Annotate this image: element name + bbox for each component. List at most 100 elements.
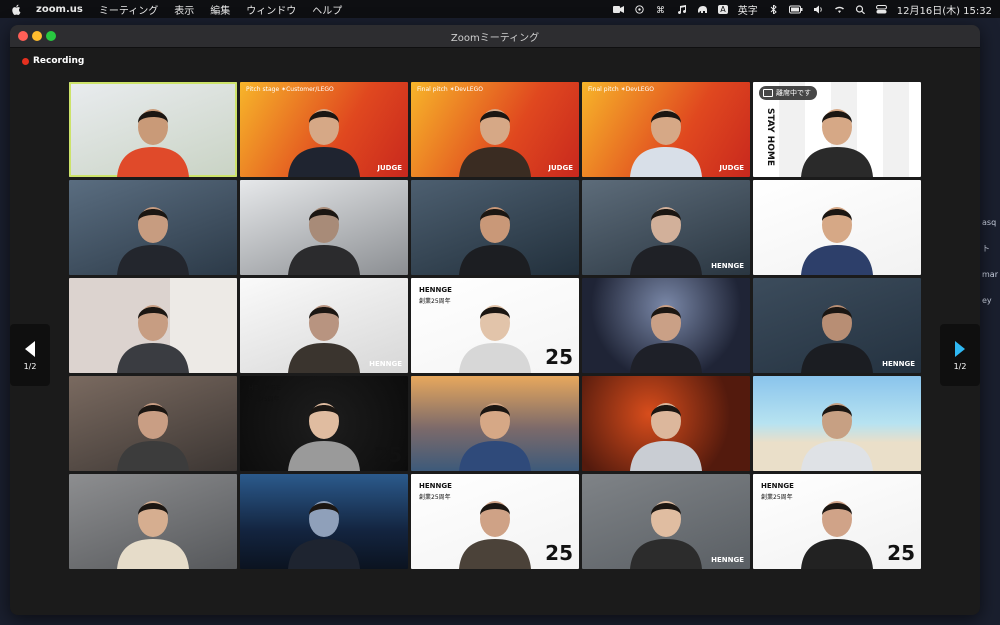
participant-silhouette: [801, 207, 873, 275]
henngge-logo-text: HENNGE: [761, 482, 794, 490]
svg-text:⌘: ⌘: [656, 6, 665, 14]
prev-page-button[interactable]: 1/2: [10, 324, 50, 386]
title-bar[interactable]: Zoomミーティング: [10, 25, 980, 48]
judge-label: JUDGE: [548, 164, 573, 172]
participant-silhouette: [288, 109, 360, 177]
desktop-peek: asq ト mar ey: [982, 210, 998, 314]
participant-silhouette: [288, 305, 360, 373]
participant-video-tile[interactable]: [753, 376, 921, 471]
participant-video-tile[interactable]: HENNGE 創業25周年 25: [411, 474, 579, 569]
chevron-right-icon: [955, 341, 965, 357]
participant-silhouette: [459, 305, 531, 373]
page-indicator: 1/2: [23, 362, 37, 371]
participant-video-tile[interactable]: [69, 180, 237, 275]
input-source-label[interactable]: 英字: [738, 2, 758, 17]
participant-video-tile[interactable]: HENNGE: [753, 278, 921, 373]
participant-silhouette: [801, 305, 873, 373]
backdrop-text: STAY HOME: [765, 108, 775, 166]
away-status-badge: 離席中です: [759, 86, 817, 100]
participant-silhouette: [630, 403, 702, 471]
recording-label: Recording: [33, 56, 85, 66]
bluetooth-icon[interactable]: [768, 4, 779, 14]
anniversary-label: 創業25周年: [248, 396, 280, 403]
control-center-icon[interactable]: [875, 4, 887, 14]
judge-label: JUDGE: [377, 164, 402, 172]
participant-silhouette: [117, 109, 189, 177]
participant-silhouette: [117, 403, 189, 471]
menu-clock[interactable]: 12月16日(木) 15:32: [897, 2, 992, 17]
participant-silhouette: [630, 207, 702, 275]
participant-silhouette: [117, 207, 189, 275]
participant-video-tile[interactable]: HENNGE: [240, 278, 408, 373]
obs-icon[interactable]: [634, 4, 645, 14]
participant-video-tile[interactable]: [69, 376, 237, 471]
participant-video-tile[interactable]: HENNGE 創業25周年 25: [240, 376, 408, 471]
apple-icon[interactable]: [12, 4, 22, 15]
input-source-icon[interactable]: A: [718, 4, 728, 14]
participant-video-tile[interactable]: [240, 180, 408, 275]
participant-video-tile[interactable]: HENNGE 創業25周年 25: [753, 474, 921, 569]
participant-video-tile[interactable]: [240, 474, 408, 569]
menu-edit[interactable]: 編集: [210, 2, 230, 17]
participant-video-tile[interactable]: [69, 82, 237, 177]
participant-video-tile[interactable]: [582, 278, 750, 373]
anniversary-number: 25: [545, 345, 573, 369]
anniversary-label: 創業25周年: [419, 298, 451, 305]
volume-icon[interactable]: [813, 5, 824, 14]
menu-meeting[interactable]: ミーティング: [99, 2, 158, 17]
menu-app-name[interactable]: zoom.us: [36, 4, 83, 15]
desktop-peek-text: ey: [982, 296, 992, 305]
desktop-peek-text: asq: [982, 218, 997, 227]
participant-video-tile[interactable]: Final pitch ✶DevLEGO JUDGE: [411, 82, 579, 177]
participant-silhouette: [630, 501, 702, 569]
search-icon[interactable]: [855, 4, 866, 14]
menu-bar: zoom.us ミーティング 表示 編集 ウィンドウ ヘルプ ⌘ A 英字 12…: [0, 0, 1000, 18]
participant-video-tile[interactable]: HENNGE: [582, 474, 750, 569]
participant-silhouette: [459, 207, 531, 275]
participant-video-tile[interactable]: [582, 376, 750, 471]
participant-video-tile[interactable]: [753, 180, 921, 275]
command-icon[interactable]: ⌘: [655, 5, 666, 14]
page-indicator: 1/2: [953, 362, 967, 371]
participant-silhouette: [801, 109, 873, 177]
camera-icon[interactable]: [613, 5, 625, 14]
henngge-logo-text: HENNGE: [419, 286, 452, 294]
participant-video-tile[interactable]: [69, 474, 237, 569]
menu-help[interactable]: ヘルプ: [312, 2, 342, 17]
participant-silhouette: [630, 109, 702, 177]
participant-silhouette: [288, 207, 360, 275]
henngge-logo-text: HENNGE: [369, 360, 402, 368]
coffee-cup-icon: [763, 89, 773, 97]
participant-silhouette: [117, 501, 189, 569]
participant-silhouette: [459, 501, 531, 569]
wifi-icon[interactable]: [834, 5, 845, 14]
anniversary-label: 創業25周年: [761, 494, 793, 501]
anniversary-number: 25: [887, 541, 915, 565]
participant-video-tile[interactable]: HENNGE: [582, 180, 750, 275]
participant-video-tile[interactable]: [69, 278, 237, 373]
tile-banner-text: Pitch stage ✶Customer/LEGO: [246, 86, 334, 93]
recording-dot-icon: [22, 57, 29, 65]
anniversary-number: 25: [545, 541, 573, 565]
participant-silhouette: [459, 403, 531, 471]
participant-silhouette: [801, 403, 873, 471]
participant-silhouette: [117, 305, 189, 373]
next-page-button[interactable]: 1/2: [940, 324, 980, 386]
window-title: Zoomミーティング: [450, 33, 540, 44]
participant-video-tile[interactable]: HENNGE 創業25周年 25: [411, 278, 579, 373]
menu-window[interactable]: ウィンドウ: [246, 2, 296, 17]
participant-silhouette: [288, 501, 360, 569]
participant-video-tile[interactable]: Pitch stage ✶Customer/LEGO JUDGE: [240, 82, 408, 177]
battery-icon[interactable]: [788, 5, 803, 14]
desktop-peek-text: ト: [982, 244, 990, 253]
elephant-icon[interactable]: [697, 5, 708, 14]
henngge-logo-text: HENNGE: [419, 482, 452, 490]
participant-video-tile[interactable]: [411, 376, 579, 471]
participant-video-tile[interactable]: STAY HOME 離席中です: [753, 82, 921, 177]
participant-video-tile[interactable]: [411, 180, 579, 275]
menu-view[interactable]: 表示: [174, 2, 194, 17]
music-icon[interactable]: [676, 4, 687, 14]
participant-silhouette: [801, 501, 873, 569]
participant-video-tile[interactable]: Final pitch ✶DevLEGO JUDGE: [582, 82, 750, 177]
recording-indicator[interactable]: Recording: [22, 56, 84, 66]
